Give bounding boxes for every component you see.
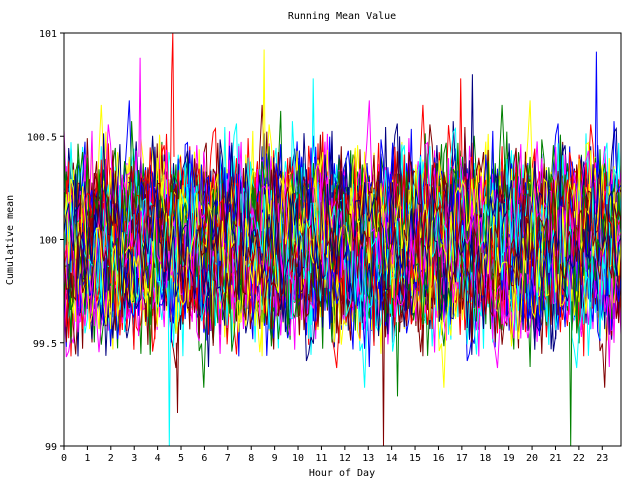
- chart-title: Running Mean Value: [288, 11, 396, 22]
- y-tick-label: 101: [39, 29, 57, 40]
- x-tick-label: 17: [456, 453, 468, 464]
- x-tick-label: 16: [432, 453, 444, 464]
- series-spike: [569, 301, 573, 447]
- y-tick-label: 100.5: [27, 132, 57, 143]
- x-tick-label: 4: [155, 453, 161, 464]
- x-tick-label: 9: [272, 453, 278, 464]
- x-tick-label: 13: [362, 453, 374, 464]
- x-tick-label: 18: [479, 453, 491, 464]
- y-axis-label: Cumulative mean: [5, 195, 16, 285]
- x-tick-label: 19: [503, 453, 515, 464]
- x-tick-label: 20: [526, 453, 538, 464]
- x-tick-label: 6: [201, 453, 207, 464]
- x-tick-label: 15: [409, 453, 421, 464]
- x-tick-label: 11: [315, 453, 327, 464]
- x-tick-label: 21: [549, 453, 561, 464]
- series-spike: [170, 32, 175, 178]
- series-spike: [395, 322, 400, 397]
- y-tick-label: 100: [39, 236, 57, 247]
- x-tick-label: 7: [225, 453, 231, 464]
- x-tick-label: 12: [339, 453, 351, 464]
- series-layer: [63, 32, 622, 447]
- x-tick-label: 10: [292, 453, 304, 464]
- series-spike: [311, 78, 315, 178]
- x-tick-label: 2: [108, 453, 114, 464]
- x-tick-label: 14: [386, 453, 398, 464]
- chart: Running Mean Value 0 1 2 3 4 5 6 7 8 9 10 11 12 13 14 1…: [5, 11, 622, 479]
- x-tick-label: 5: [178, 453, 184, 464]
- x-tick-label: 23: [596, 453, 608, 464]
- x-tick-label: 22: [573, 453, 585, 464]
- x-tick-label: 3: [131, 453, 137, 464]
- x-tick-label: 8: [248, 453, 254, 464]
- x-tick-label: 1: [84, 453, 90, 464]
- y-tick-label: 99: [45, 442, 57, 453]
- x-tick-label: 0: [61, 453, 67, 464]
- y-tick-label: 99.5: [33, 339, 57, 350]
- x-axis-label: Hour of Day: [309, 468, 375, 479]
